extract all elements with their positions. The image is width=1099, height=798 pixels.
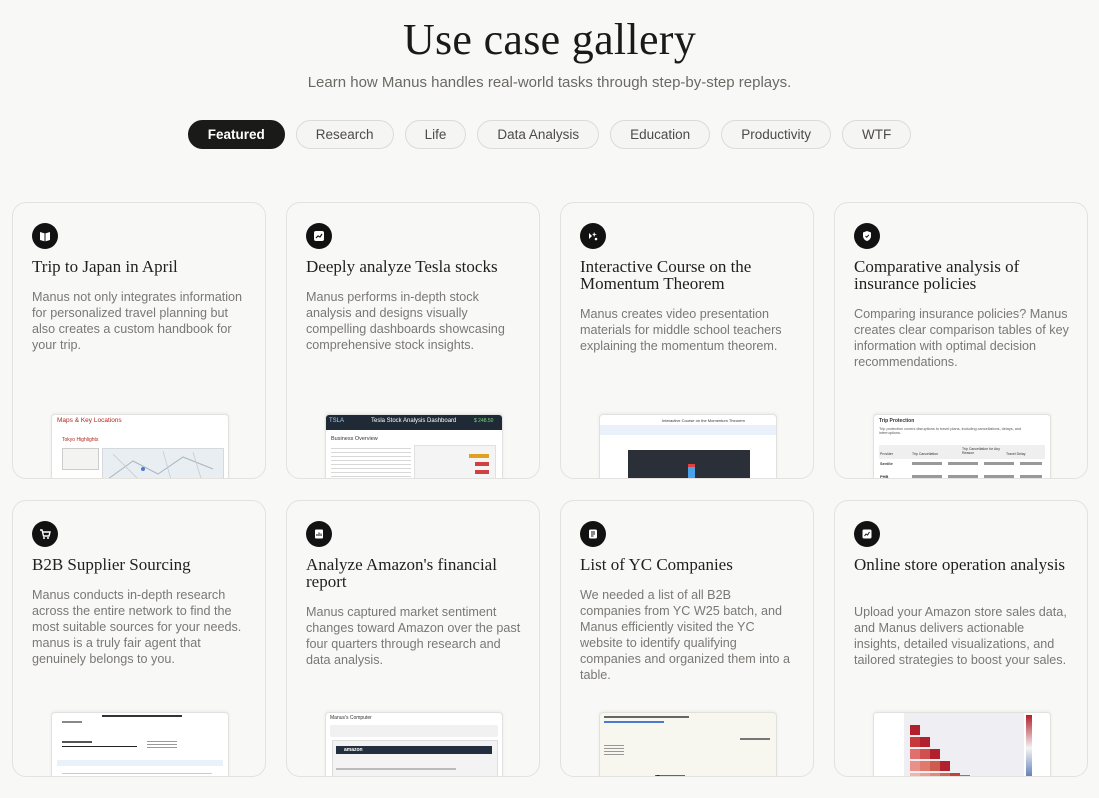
preview-heading: Interactive Course on the Momentum Theor… [662, 418, 745, 423]
card-title: Comparative analysis of insurance polici… [854, 257, 1020, 293]
card-title: Analyze Amazon's financial report [306, 555, 497, 591]
tab-life[interactable]: Life [404, 120, 467, 149]
card-description: Manus creates video presentation materia… [580, 307, 782, 353]
card-title: Deeply analyze Tesla stocks [306, 257, 498, 276]
list-icon [580, 521, 606, 547]
tab-featured[interactable]: Featured [187, 120, 285, 149]
use-case-card-amazon-report[interactable]: Analyze Amazon's financial report Manus … [286, 500, 540, 777]
use-case-card-b2b-sourcing[interactable]: B2B Supplier Sourcing Manus conducts in-… [12, 500, 266, 777]
card-description: Upload your Amazon store sales data, and… [854, 605, 1067, 667]
preview-ticker: TSLA [329, 418, 345, 424]
preview-col-delay: Travel Delay [1006, 452, 1026, 456]
tab-education[interactable]: Education [610, 120, 711, 149]
preview-heading: Tesla Stock Analysis Dashboard [371, 418, 457, 424]
card-preview-image: Maps & Key Locations Tokyo Highlights [51, 414, 229, 478]
use-case-grid: Trip to Japan in April Manus not only in… [12, 202, 1088, 777]
tab-productivity[interactable]: Productivity [721, 120, 831, 149]
page-title: Use case gallery [402, 15, 697, 64]
preview-heading: Trip Protection [879, 418, 915, 424]
preview-heading: Manus's Computer [330, 715, 372, 721]
heatmap-image [874, 713, 1050, 776]
card-description: Manus conducts in-depth research across … [32, 588, 242, 666]
card-preview-image [599, 712, 777, 776]
card-description: Comparing insurance policies? Manus crea… [854, 307, 1069, 369]
preview-col-cancel: Trip Cancellation [912, 452, 939, 456]
preview-row-2: PHB [880, 474, 889, 479]
tab-wtf[interactable]: WTF [841, 120, 912, 149]
use-case-card-momentum-course[interactable]: Interactive Course on the Momentum Theor… [560, 202, 814, 479]
tab-research[interactable]: Research [295, 120, 394, 149]
sparkle-icon [580, 223, 606, 249]
map-image [102, 448, 224, 478]
card-preview-image [873, 712, 1051, 776]
card-preview-image: Trip Protection Trip protection covers d… [873, 414, 1051, 479]
card-preview-image: Manus's Computer amazon [325, 712, 503, 776]
tab-data-analysis[interactable]: Data Analysis [477, 120, 600, 149]
card-description: Manus captured market sentiment changes … [306, 605, 521, 667]
card-title: List of YC Companies [580, 555, 733, 574]
card-description: Manus performs in-depth stock analysis a… [306, 290, 505, 352]
preview-subheading: Trip protection covers disruptions to tr… [879, 427, 1022, 435]
page-subtitle: Learn how Manus handles real-world tasks… [307, 74, 792, 91]
card-preview-image: TSLA Tesla Stock Analysis Dashboard $ 24… [325, 414, 503, 478]
use-case-card-insurance[interactable]: Comparative analysis of insurance polici… [834, 202, 1088, 479]
preview-brand: amazon [344, 747, 363, 753]
card-preview-image [51, 712, 229, 776]
preview-subheading: Tokyo Highlights [62, 437, 99, 443]
preview-col-provider: Provider [880, 452, 894, 456]
book-icon [32, 223, 58, 249]
chart-icon [306, 223, 332, 249]
use-case-card-japan-trip[interactable]: Trip to Japan in April Manus not only in… [12, 202, 266, 479]
use-case-card-tesla-stocks[interactable]: Deeply analyze Tesla stocks Manus perfor… [286, 202, 540, 479]
store-icon [854, 521, 880, 547]
preview-section: Business Overview [331, 436, 378, 442]
use-case-card-yc-companies[interactable]: List of YC Companies We needed a list of… [560, 500, 814, 777]
shield-icon [854, 223, 880, 249]
card-preview-image: Interactive Course on the Momentum Theor… [599, 414, 777, 478]
card-title: B2B Supplier Sourcing [32, 555, 191, 574]
report-icon [306, 521, 332, 547]
preview-heading: Maps & Key Locations [57, 417, 122, 424]
card-title: Interactive Course on the Momentum Theor… [580, 257, 752, 293]
category-tabs: Featured Research Life Data Analysis Edu… [0, 120, 1099, 149]
card-title: Trip to Japan in April [32, 257, 178, 276]
card-title: Online store operation analysis [854, 555, 1066, 574]
preview-price: $ 248.50 [474, 418, 494, 424]
preview-row-1: Seville [880, 461, 893, 466]
cart-icon [32, 521, 58, 547]
card-description: Manus not only integrates information fo… [32, 290, 243, 352]
use-case-card-store-analysis[interactable]: Online store operation analysis Upload y… [834, 500, 1088, 777]
card-description: We needed a list of all B2B companies fr… [580, 588, 791, 682]
preview-col-any-reason: Trip Cancellation for Any Reason [962, 447, 1000, 455]
